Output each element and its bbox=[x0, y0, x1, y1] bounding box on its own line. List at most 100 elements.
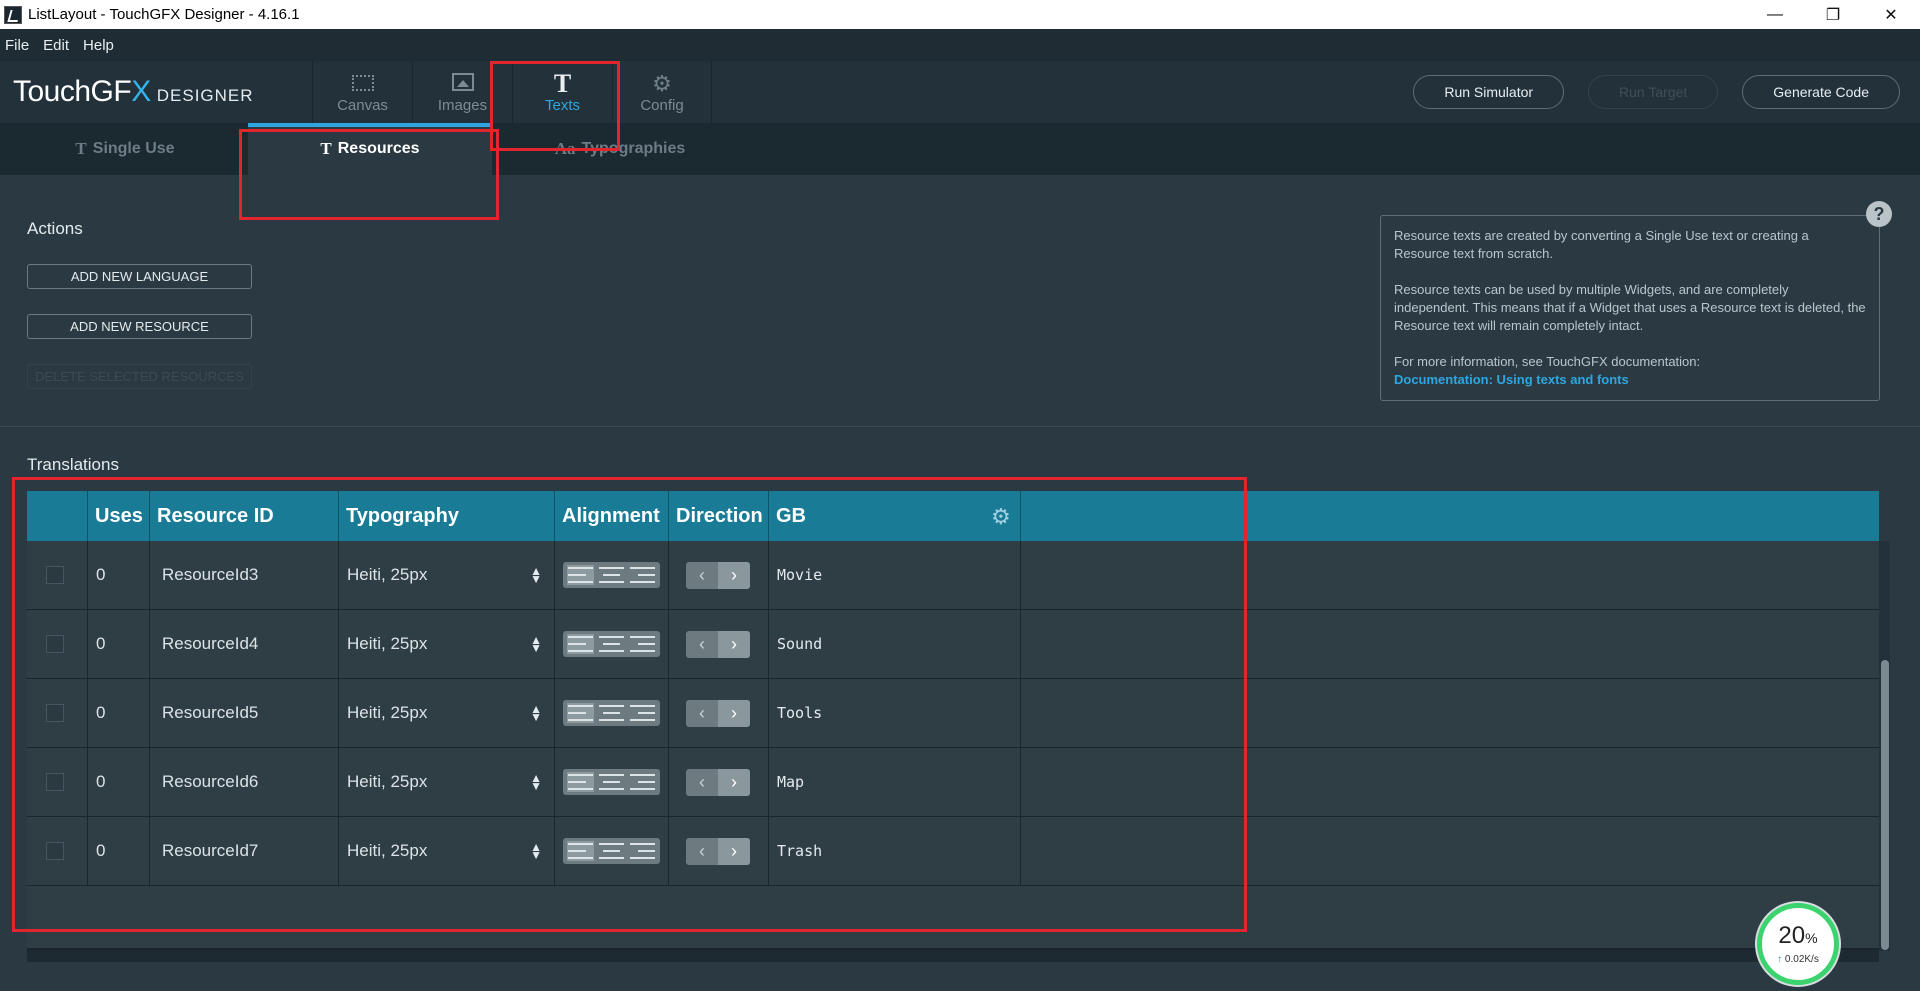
typography-select[interactable]: Heiti, 25px ▲ ▼ bbox=[339, 679, 555, 747]
direction-ltr-chevron-right-icon[interactable]: › bbox=[718, 699, 750, 727]
translation-text-cell[interactable]: Map bbox=[769, 748, 1021, 816]
align-right-icon[interactable] bbox=[629, 565, 656, 585]
alignment-toggle-group bbox=[563, 700, 660, 726]
run-simulator-button[interactable]: Run Simulator bbox=[1413, 75, 1565, 109]
add-new-language-button[interactable]: ADD NEW LANGUAGE bbox=[27, 264, 252, 289]
documentation-link[interactable]: Documentation: Using texts and fonts bbox=[1394, 371, 1866, 389]
generate-code-button[interactable]: Generate Code bbox=[1742, 75, 1900, 109]
run-target-button[interactable]: Run Target bbox=[1588, 75, 1719, 109]
text-t-icon: T bbox=[75, 139, 87, 158]
row-checkbox[interactable] bbox=[46, 842, 64, 860]
network-speed-widget[interactable]: 20% ↑ 0.02K/s bbox=[1757, 903, 1839, 985]
top-bar: TouchGFX DESIGNER Canvas Images T Texts … bbox=[0, 61, 1920, 123]
alignment-cell bbox=[555, 679, 669, 747]
row-checkbox[interactable] bbox=[46, 566, 64, 584]
direction-rtl-chevron-left-icon[interactable]: ‹ bbox=[686, 769, 718, 796]
direction-rtl-chevron-left-icon[interactable]: ‹ bbox=[686, 700, 718, 727]
empty-cell bbox=[1021, 817, 1879, 885]
restore-button[interactable]: ❐ bbox=[1804, 0, 1862, 29]
resource-id-cell[interactable]: ResourceId4 bbox=[150, 610, 339, 678]
resource-id-cell[interactable]: ResourceId3 bbox=[150, 541, 339, 609]
subtab-single-use[interactable]: T Single Use bbox=[40, 123, 210, 175]
tab-texts[interactable]: T Texts bbox=[512, 61, 612, 123]
align-right-icon[interactable] bbox=[629, 703, 656, 723]
direction-cell: ‹ › bbox=[669, 541, 769, 609]
select-cell bbox=[27, 610, 88, 678]
title-bar: ListLayout - TouchGFX Designer - 4.16.1 … bbox=[0, 0, 1920, 29]
touchgfx-logo: TouchGFX DESIGNER bbox=[13, 75, 254, 109]
tab-texts-label: Texts bbox=[544, 96, 580, 114]
subtab-typographies[interactable]: Aa Typographies bbox=[540, 123, 700, 175]
header-uses[interactable]: Uses bbox=[88, 491, 150, 541]
resource-id-cell[interactable]: ResourceId6 bbox=[150, 748, 339, 816]
translation-text-cell[interactable]: Trash bbox=[769, 817, 1021, 885]
table-body: 0 ResourceId3 Heiti, 25px ▲ ▼ ‹ › Movie 0… bbox=[27, 541, 1879, 886]
translation-text-cell[interactable]: Tools bbox=[769, 679, 1021, 747]
uses-cell: 0 bbox=[88, 610, 150, 678]
logo-sub-text: DESIGNER bbox=[156, 86, 254, 105]
row-checkbox[interactable] bbox=[46, 704, 64, 722]
direction-ltr-chevron-right-icon[interactable]: › bbox=[718, 837, 750, 865]
direction-ltr-chevron-right-icon[interactable]: › bbox=[718, 768, 750, 796]
select-cell bbox=[27, 817, 88, 885]
direction-toggle-group: ‹ › bbox=[686, 561, 750, 589]
typography-select[interactable]: Heiti, 25px ▲ ▼ bbox=[339, 748, 555, 816]
sub-tabs: T Single Use T Resources Aa Typographies bbox=[0, 123, 1920, 175]
menu-help[interactable]: Help bbox=[78, 37, 123, 54]
align-center-icon[interactable] bbox=[598, 772, 625, 792]
horizontal-scrollbar[interactable] bbox=[27, 950, 1879, 962]
align-center-icon[interactable] bbox=[598, 841, 625, 861]
align-center-icon[interactable] bbox=[598, 565, 625, 585]
menu-file[interactable]: File bbox=[0, 37, 38, 54]
resource-id-cell[interactable]: ResourceId5 bbox=[150, 679, 339, 747]
row-checkbox[interactable] bbox=[46, 635, 64, 653]
add-new-resource-button[interactable]: ADD NEW RESOURCE bbox=[27, 314, 252, 339]
resource-id-cell[interactable]: ResourceId7 bbox=[150, 817, 339, 885]
direction-rtl-chevron-left-icon[interactable]: ‹ bbox=[686, 838, 718, 865]
header-language-gb[interactable]: GB bbox=[769, 491, 1021, 541]
align-left-icon[interactable] bbox=[567, 841, 594, 861]
tab-config[interactable]: ⚙ Config bbox=[612, 61, 712, 123]
minimize-button[interactable]: — bbox=[1746, 0, 1804, 29]
row-checkbox[interactable] bbox=[46, 773, 64, 791]
typography-select[interactable]: Heiti, 25px ▲ ▼ bbox=[339, 817, 555, 885]
align-center-icon[interactable] bbox=[598, 634, 625, 654]
align-right-icon[interactable] bbox=[629, 841, 656, 861]
direction-rtl-chevron-left-icon[interactable]: ‹ bbox=[686, 631, 718, 658]
align-right-icon[interactable] bbox=[629, 634, 656, 654]
typography-select[interactable]: Heiti, 25px ▲ ▼ bbox=[339, 610, 555, 678]
top-actions: Run Simulator Run Target Generate Code bbox=[1413, 75, 1900, 109]
header-resource-id[interactable]: Resource ID bbox=[150, 491, 339, 541]
menu-edit[interactable]: Edit bbox=[38, 37, 78, 54]
subtab-resources[interactable]: T Resources bbox=[248, 123, 492, 175]
delete-selected-resources-button[interactable]: DELETE SELECTED RESOURCES bbox=[27, 364, 252, 389]
tab-canvas[interactable]: Canvas bbox=[312, 61, 412, 123]
language-settings-gear-icon[interactable]: ⚙ bbox=[991, 504, 1011, 530]
align-left-icon[interactable] bbox=[567, 634, 594, 654]
main-tabs: Canvas Images T Texts ⚙ Config bbox=[312, 61, 712, 123]
close-button[interactable]: ✕ bbox=[1862, 0, 1920, 29]
align-center-icon[interactable] bbox=[598, 703, 625, 723]
uses-cell: 0 bbox=[88, 541, 150, 609]
typography-select[interactable]: Heiti, 25px ▲ ▼ bbox=[339, 541, 555, 609]
align-left-icon[interactable] bbox=[567, 772, 594, 792]
align-left-icon[interactable] bbox=[567, 565, 594, 585]
vertical-scrollbar-thumb[interactable] bbox=[1881, 660, 1889, 950]
translation-text-cell[interactable]: Sound bbox=[769, 610, 1021, 678]
direction-rtl-chevron-left-icon[interactable]: ‹ bbox=[686, 562, 718, 589]
info-paragraph-1: Resource texts are created by converting… bbox=[1394, 228, 1809, 261]
header-alignment[interactable]: Alignment bbox=[555, 491, 669, 541]
direction-ltr-chevron-right-icon[interactable]: › bbox=[718, 630, 750, 658]
window-controls: — ❐ ✕ bbox=[1746, 0, 1920, 29]
translation-text-cell[interactable]: Movie bbox=[769, 541, 1021, 609]
translations-title: Translations bbox=[27, 455, 119, 474]
tab-images[interactable]: Images bbox=[412, 61, 512, 123]
align-left-icon[interactable] bbox=[567, 703, 594, 723]
align-right-icon[interactable] bbox=[629, 772, 656, 792]
header-direction[interactable]: Direction bbox=[669, 491, 769, 541]
direction-ltr-chevron-right-icon[interactable]: › bbox=[718, 561, 750, 589]
uses-cell: 0 bbox=[88, 679, 150, 747]
help-icon[interactable]: ? bbox=[1866, 201, 1892, 227]
header-typography[interactable]: Typography bbox=[339, 491, 555, 541]
network-percent: 20% bbox=[1778, 921, 1818, 949]
